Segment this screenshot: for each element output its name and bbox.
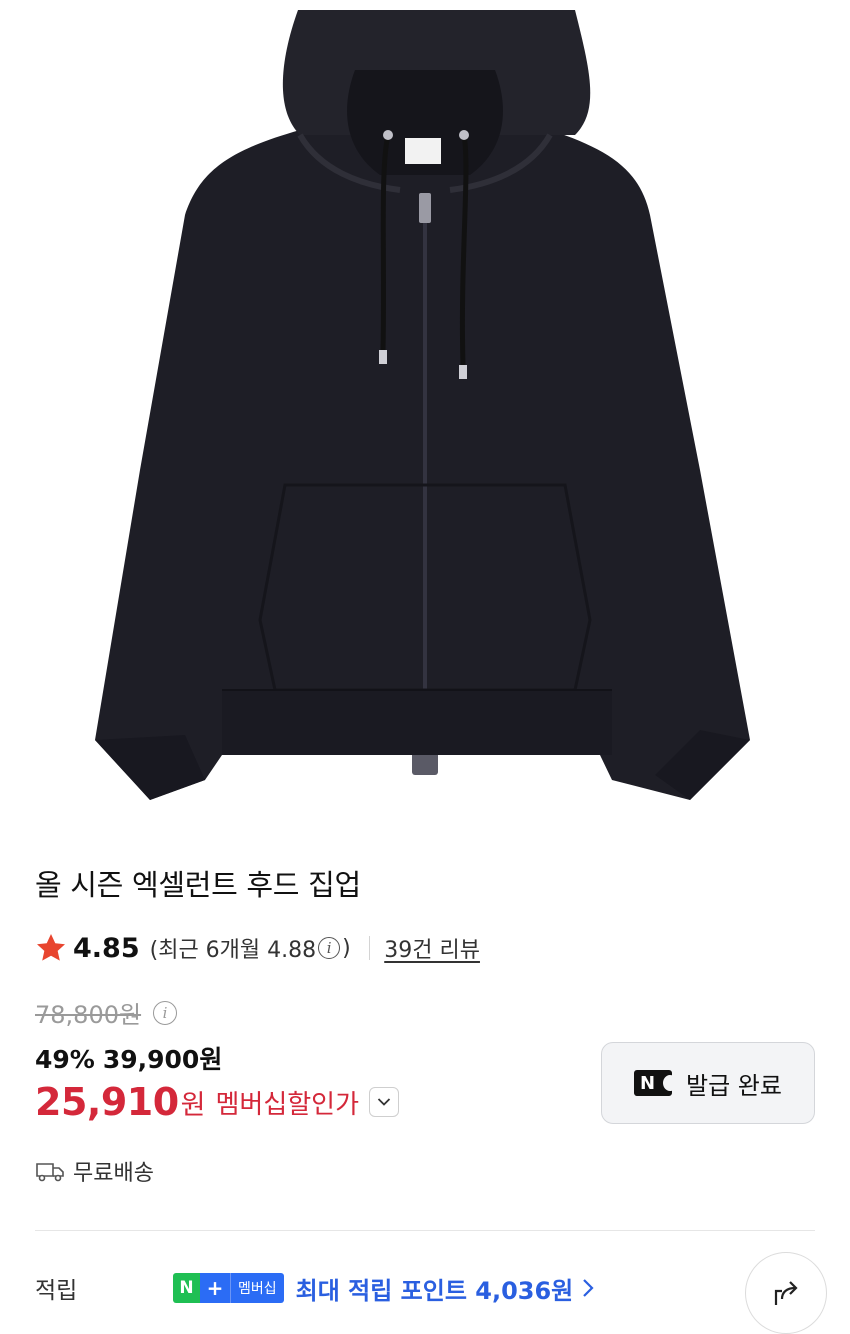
review-count-link[interactable]: 39건 리뷰 [384, 932, 480, 964]
chevron-right-icon [583, 1279, 594, 1297]
hoodie-illustration [95, 10, 750, 800]
product-image[interactable] [0, 0, 850, 830]
section-divider [35, 1230, 815, 1231]
rating-row: 4.85 (최근 6개월 4.88 i ) 39건 리뷰 [35, 928, 480, 968]
share-button[interactable] [745, 1252, 827, 1334]
shipping-row: 무료배송 [35, 1155, 154, 1187]
divider [368, 936, 371, 960]
recent-rating: (최근 6개월 4.88 i ) [150, 932, 351, 964]
points-row[interactable]: 적립 N + 멤버십 최대 적립 포인트 4,036원 [35, 1268, 835, 1308]
np-badge-plus: + [200, 1273, 230, 1303]
sale-price: 39,900원 [102, 1045, 223, 1074]
original-price: 78,800원 [35, 1001, 142, 1029]
member-price-dropdown[interactable] [369, 1087, 400, 1117]
member-price-row: 25,910 원 멤버십할인가 [35, 1080, 400, 1124]
sale-price-row: 49% 39,900원 [35, 1040, 222, 1076]
member-price: 25,910 [35, 1080, 179, 1124]
shipping-label: 무료배송 [73, 1161, 154, 1186]
points-label: 적립 [35, 1278, 78, 1304]
recent-rating-close: ) [342, 935, 351, 961]
discount-percent: 49% [35, 1045, 95, 1074]
product-title: 올 시즌 엑셀런트 후드 집업 [35, 868, 361, 902]
recent-rating-text: (최근 6개월 4.88 [149, 938, 317, 963]
member-price-label: 멤버십할인가 [215, 1089, 360, 1120]
member-price-currency: 원 [180, 1089, 206, 1121]
np-badge-n: N [173, 1273, 200, 1303]
info-icon[interactable]: i [318, 937, 341, 959]
np-badge-member: 멤버십 [230, 1273, 284, 1303]
share-icon [774, 1281, 798, 1305]
price-info-icon[interactable]: i [153, 1000, 178, 1025]
coupon-label: 발급 완료 [686, 1071, 782, 1100]
max-points-text: 최대 적립 포인트 4,036원 [295, 1276, 574, 1305]
naver-plus-membership-badge: N + 멤버십 [173, 1273, 284, 1303]
naver-n-badge: N [634, 1070, 673, 1096]
original-price-row: 78,800원 i [35, 995, 179, 1030]
rating-score: 4.85 [73, 932, 140, 964]
coupon-issued-button[interactable]: N 발급 완료 [601, 1042, 815, 1124]
truck-icon [36, 1163, 64, 1182]
chevron-down-icon [377, 1098, 391, 1106]
star-icon [37, 934, 65, 961]
